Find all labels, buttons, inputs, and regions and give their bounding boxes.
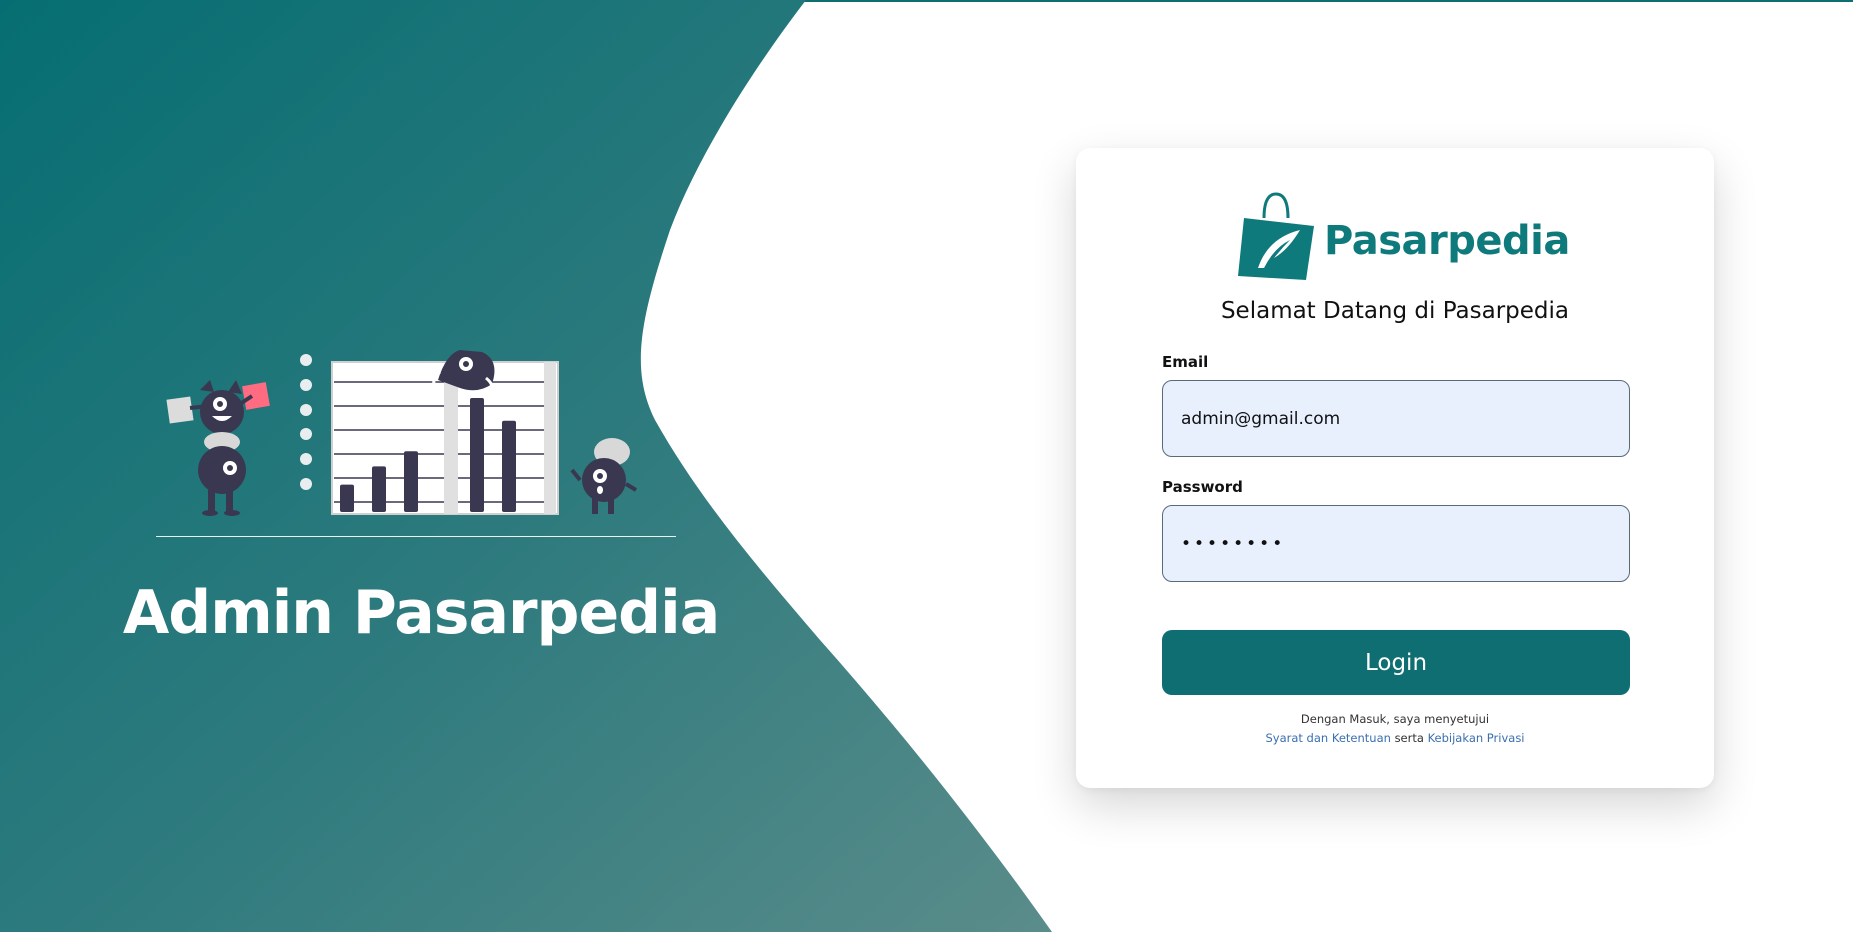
privacy-link[interactable]: Kebijakan Privasi [1428, 731, 1525, 745]
illustration-bar [340, 484, 354, 512]
password-field[interactable] [1162, 505, 1630, 582]
dots-column-icon [300, 354, 312, 490]
logo-text: Pasarpedia [1324, 218, 1570, 264]
admin-title: Admin Pasarpedia [122, 578, 720, 648]
monsters-bar-chart-illustration [166, 350, 638, 516]
right-monster-icon [570, 438, 638, 514]
chart-board-icon [331, 361, 559, 515]
login-card: Pasarpedia Selamat Datang di Pasarpedia … [1076, 148, 1714, 788]
terms-text: Dengan Masuk, saya menyetujui [1300, 712, 1490, 726]
welcome-heading: Selamat Datang di Pasarpedia [1220, 298, 1570, 324]
terms-links: Syarat dan Ketentuan serta Kebijakan Pri… [1076, 731, 1714, 745]
illustration-bar [502, 420, 516, 512]
illustration-bar [470, 398, 484, 512]
email-field[interactable] [1162, 380, 1630, 457]
illustration-bar [372, 466, 386, 512]
illustration-bar [404, 451, 418, 512]
terms-and-text: serta [1394, 731, 1424, 745]
shopping-bag-logo-icon [1238, 192, 1314, 280]
password-label: Password [1162, 478, 1243, 496]
terms-link[interactable]: Syarat dan Ketentuan [1265, 731, 1390, 745]
email-label: Email [1162, 353, 1209, 371]
login-button[interactable]: Login [1162, 630, 1630, 695]
pasarpedia-logo: Pasarpedia [1234, 188, 1570, 288]
illustration-divider [156, 536, 676, 537]
left-monster-icon [166, 380, 270, 516]
